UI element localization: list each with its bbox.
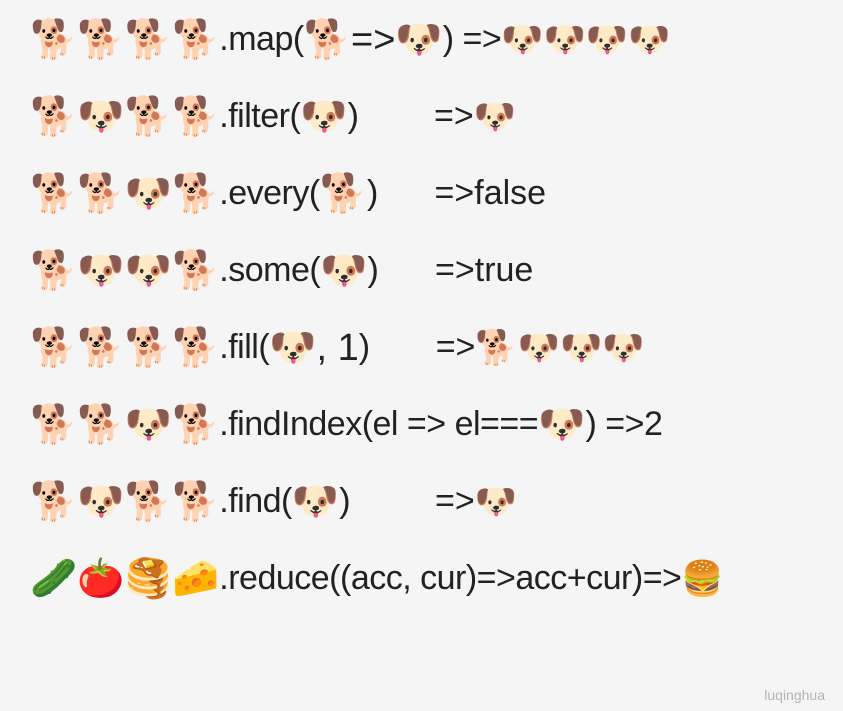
- code-line-some: 🐕🐶🐶🐕 .some( 🐶 ) => true: [30, 251, 813, 290]
- method-end: ): [339, 482, 350, 521]
- inner-emoji: 🐶: [300, 98, 347, 136]
- spacing: [358, 97, 434, 136]
- watermark-text: luqinghua: [764, 687, 825, 703]
- array-emoji: 🐕🐕🐶🐕: [30, 406, 219, 444]
- inner-emoji: 🐶: [538, 406, 585, 444]
- inner-emoji: 🐶: [320, 252, 367, 290]
- method-end: ): [348, 97, 359, 136]
- method-end: ): [359, 328, 370, 367]
- spacing: [378, 174, 435, 213]
- arrow-text: =>: [435, 482, 475, 521]
- method-end: ) =>: [585, 405, 643, 444]
- array-emoji: 🐕🐶🐕🐕: [30, 483, 219, 521]
- inner-emoji: 🐕: [320, 175, 367, 213]
- array-emoji: 🐕🐕🐶🐕: [30, 175, 219, 213]
- method-end: ): [367, 174, 378, 213]
- array-emoji: 🐕🐕🐕🐕: [30, 329, 219, 367]
- code-line-findindex: 🐕🐕🐶🐕 .findIndex(el => el=== 🐶 ) => 2: [30, 405, 813, 444]
- spacing: [378, 251, 435, 290]
- method-text: .map(: [219, 20, 303, 59]
- array-emoji: 🐕🐶🐶🐕: [30, 252, 219, 290]
- result-emoji: 🐶: [475, 485, 517, 519]
- method-text: .every(: [219, 174, 319, 213]
- code-line-fill: 🐕🐕🐕🐕 .fill( 🐶, 1 ) => 🐕🐶🐶🐶: [30, 328, 813, 367]
- inner-emoji: 🐶: [292, 483, 339, 521]
- method-end: ) =>: [443, 20, 501, 59]
- inner-emoji: 🐕=>🐶: [304, 21, 443, 59]
- code-line-find: 🐕🐶🐕🐕 .find( 🐶 ) => 🐶: [30, 482, 813, 521]
- method-text: .find(: [219, 482, 292, 521]
- spacing: [350, 482, 435, 521]
- method-text: .fill(: [219, 328, 269, 367]
- code-line-filter: 🐕🐶🐕🐕 .filter( 🐶 ) => 🐶: [30, 97, 813, 136]
- arrow-text: =>: [436, 328, 476, 367]
- code-line-every: 🐕🐕🐶🐕 .every( 🐕 ) => false: [30, 174, 813, 213]
- method-end: ): [368, 251, 379, 290]
- code-line-reduce: 🥒🍅🥞🧀 .reduce((acc, cur)=>acc+cur)=> 🍔: [30, 559, 813, 598]
- result-emoji: 🐶🐶🐶🐶: [501, 23, 670, 57]
- method-text: .reduce((acc, cur)=>acc+cur)=>: [219, 559, 681, 598]
- code-line-map: 🐕🐕🐕🐕 .map( 🐕=>🐶 ) => 🐶🐶🐶🐶: [30, 20, 813, 59]
- result-emoji: 🍔: [681, 562, 723, 596]
- arrow-text: =>: [434, 97, 474, 136]
- arrow-text: =>: [435, 174, 475, 213]
- result-text: true: [475, 251, 534, 290]
- arrow-text: =>: [435, 251, 475, 290]
- spacing: [370, 328, 436, 367]
- array-emoji: 🐕🐕🐕🐕: [30, 21, 219, 59]
- array-emoji: 🥒🍅🥞🧀: [30, 560, 219, 598]
- result-text: false: [474, 174, 546, 213]
- result-emoji: 🐕🐶🐶🐶: [475, 331, 644, 365]
- result-text: 2: [644, 405, 663, 444]
- method-text: .findIndex(el => el===: [219, 405, 538, 444]
- inner-emoji: 🐶, 1: [269, 329, 359, 367]
- array-emoji: 🐕🐶🐕🐕: [30, 98, 219, 136]
- method-text: .filter(: [219, 97, 300, 136]
- method-text: .some(: [219, 251, 320, 290]
- result-emoji: 🐶: [474, 100, 516, 134]
